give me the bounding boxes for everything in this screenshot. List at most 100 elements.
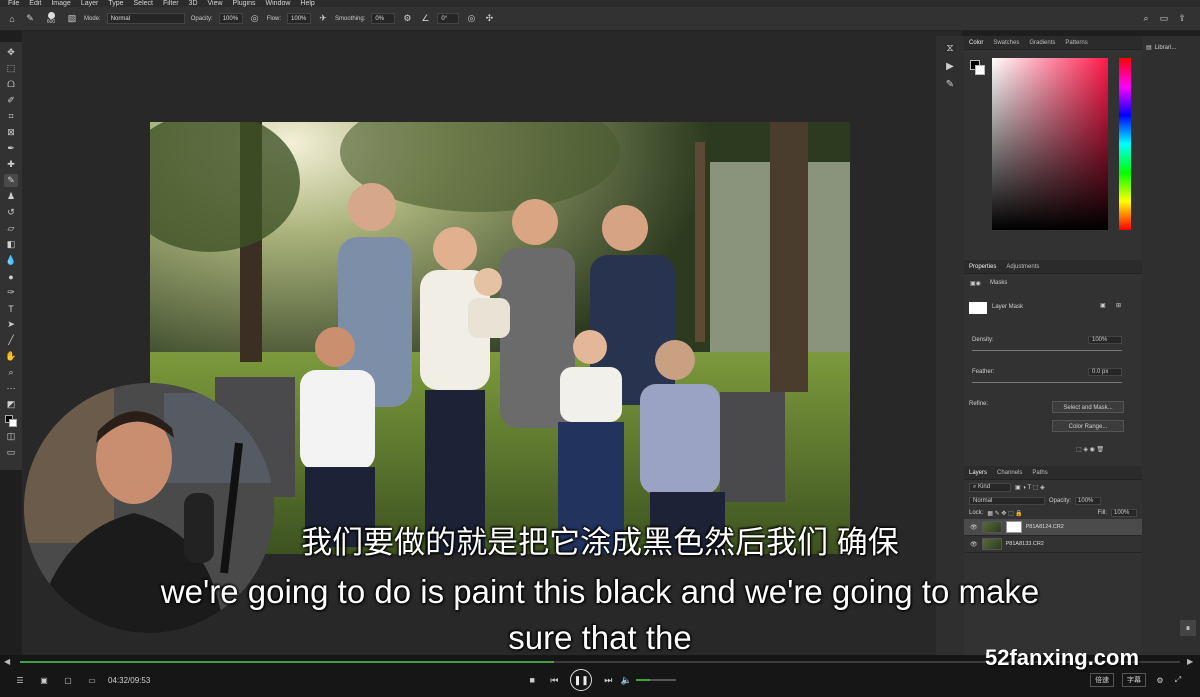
stamp-tool-icon[interactable]: ♟ (4, 190, 18, 203)
menu-select[interactable]: Select (134, 0, 153, 7)
pen-tool-icon[interactable]: ✑ (4, 286, 18, 299)
history-icon[interactable]: ⧖ (944, 42, 956, 54)
healing-tool-icon[interactable]: ✚ (4, 158, 18, 171)
type-tool-icon[interactable]: T (4, 302, 18, 315)
gradient-tool-icon[interactable]: ◧ (4, 238, 18, 251)
brush-tool-icon[interactable]: ✎ (24, 13, 36, 25)
opacity-input[interactable]: 100% (218, 13, 243, 24)
home-icon[interactable]: ⌂ (6, 13, 18, 25)
pause-button[interactable]: ❚❚ (570, 669, 593, 691)
subtitle-button[interactable]: 字幕 (1122, 673, 1146, 687)
stop-icon[interactable]: ■ (526, 674, 538, 686)
color-range-button[interactable]: Color Range... (1052, 420, 1124, 432)
select-and-mask-button[interactable]: Select and Mask... (1052, 401, 1124, 413)
density-input[interactable]: 100% (1088, 336, 1122, 344)
brush-tool-icon[interactable]: ✎ (4, 174, 18, 187)
hue-slider[interactable] (1119, 58, 1131, 230)
symmetry-icon[interactable]: ✣ (483, 13, 495, 25)
eraser-tool-icon[interactable]: ▱ (4, 222, 18, 235)
more-tools-icon[interactable]: ⋯ (4, 382, 18, 395)
tab-patterns[interactable]: Patterns (1065, 40, 1087, 46)
pressure-size-icon[interactable]: ◎ (465, 13, 477, 25)
filter-icons[interactable]: ▣ ◑ T ⬚ ◈ (1015, 484, 1045, 491)
next-chapter-icon[interactable]: ▶ (1187, 657, 1193, 666)
workspace-icon[interactable]: ▭ (1158, 13, 1170, 25)
feather-slider[interactable] (972, 382, 1122, 383)
menu-view[interactable]: View (208, 0, 223, 7)
pressure-opacity-icon[interactable]: ◎ (249, 13, 261, 25)
settings-icon[interactable]: ⚙ (1154, 674, 1166, 686)
tab-adjustments[interactable]: Adjustments (1006, 264, 1039, 270)
volume-slider[interactable] (636, 679, 677, 681)
menu-filter[interactable]: Filter (163, 0, 179, 7)
share-icon[interactable]: ⇪ (1176, 13, 1188, 25)
actions-icon[interactable]: ▶ (944, 60, 956, 72)
layer-opacity-input[interactable]: 100% (1075, 497, 1102, 505)
background-color-swatch[interactable] (975, 65, 985, 75)
vector-mask-icon[interactable]: ⊞ (1116, 302, 1121, 309)
menu-edit[interactable]: Edit (29, 0, 41, 7)
screen-icon[interactable]: ▣ (38, 674, 50, 686)
density-slider[interactable] (972, 350, 1122, 351)
menu-file[interactable]: File (8, 0, 19, 7)
comment-icon[interactable]: ▭ (86, 674, 98, 686)
menu-window[interactable]: Window (266, 0, 291, 7)
dodge-tool-icon[interactable]: ● (4, 270, 18, 283)
mode-select[interactable]: Normal (106, 13, 185, 24)
menu-help[interactable]: Help (300, 0, 314, 7)
fullscreen-icon[interactable]: ⤢ (1172, 674, 1184, 686)
tab-color[interactable]: Color (969, 40, 983, 46)
volume-icon[interactable]: 🔈 (620, 674, 632, 686)
flow-input[interactable]: 100% (287, 13, 312, 24)
menu-type[interactable]: Type (108, 0, 123, 7)
lasso-tool-icon[interactable]: ᗝ (4, 78, 18, 91)
list-icon[interactable]: ☰ (14, 674, 26, 686)
menu-plugins[interactable]: Plugins (233, 0, 256, 7)
move-tool-icon[interactable]: ✥ (4, 46, 18, 59)
libraries-tab[interactable]: ▤ Librari... (1142, 36, 1200, 59)
previous-icon[interactable]: ⏮ (548, 674, 560, 686)
tab-swatches[interactable]: Swatches (993, 40, 1019, 46)
eyedropper-tool-icon[interactable]: ✒ (4, 142, 18, 155)
menu-layer[interactable]: Layer (81, 0, 99, 7)
prev-chapter-icon[interactable]: ◀ (4, 657, 10, 666)
menu-3d[interactable]: 3D (189, 0, 198, 7)
kind-filter-select[interactable]: ⌕ Kind (969, 483, 1011, 492)
mask-footer-icons[interactable]: ⬚ ◈ ◉ 🗑 (1076, 446, 1104, 453)
speed-button[interactable]: 倍速 (1090, 673, 1114, 687)
next-icon[interactable]: ⏭ (602, 674, 614, 686)
menu-image[interactable]: Image (51, 0, 70, 7)
quick-select-tool-icon[interactable]: ✐ (4, 94, 18, 107)
tab-layers[interactable]: Layers (969, 470, 987, 476)
apply-mask-icon[interactable]: ▣ (1100, 302, 1106, 309)
angle-input[interactable]: 0° (437, 13, 460, 24)
smoothing-input[interactable]: 0% (371, 13, 396, 24)
brush-settings-icon[interactable]: ▧ (66, 13, 78, 25)
hand-tool-icon[interactable]: ✋ (4, 350, 18, 363)
color-swatches[interactable] (4, 414, 18, 427)
history-brush-tool-icon[interactable]: ↺ (4, 206, 18, 219)
frame-tool-icon[interactable]: ⊠ (4, 126, 18, 139)
search-icon[interactable]: ⌕ (1140, 13, 1152, 25)
note-icon[interactable]: ▢ (62, 674, 74, 686)
blur-tool-icon[interactable]: 💧 (4, 254, 18, 267)
tab-properties[interactable]: Properties (969, 264, 996, 270)
color-field[interactable] (992, 58, 1108, 230)
lock-icons[interactable]: ▦ ✎ ✥ ⬚ 🔒 (987, 510, 1023, 517)
screen-mode-icon[interactable]: ▭ (4, 446, 18, 459)
gear-icon[interactable]: ⚙ (401, 13, 413, 25)
default-colors-icon[interactable]: ◩ (4, 398, 18, 411)
zoom-tool-icon[interactable]: ⌕ (4, 366, 18, 379)
tab-gradients[interactable]: Gradients (1029, 40, 1055, 46)
line-tool-icon[interactable]: ╱ (4, 334, 18, 347)
brush-preset-picker[interactable]: 600 (42, 12, 60, 25)
crop-tool-icon[interactable]: ⌗ (4, 110, 18, 123)
quick-mask-icon[interactable]: ◫ (4, 430, 18, 443)
blend-mode-select[interactable]: Normal (969, 497, 1045, 505)
brush-settings-panel-icon[interactable]: ✎ (944, 78, 956, 90)
feather-input[interactable]: 0.0 px (1088, 368, 1122, 376)
fill-input[interactable]: 100% (1111, 509, 1137, 517)
marquee-tool-icon[interactable]: ⬚ (4, 62, 18, 75)
path-select-tool-icon[interactable]: ➤ (4, 318, 18, 331)
tab-paths[interactable]: Paths (1032, 470, 1047, 476)
